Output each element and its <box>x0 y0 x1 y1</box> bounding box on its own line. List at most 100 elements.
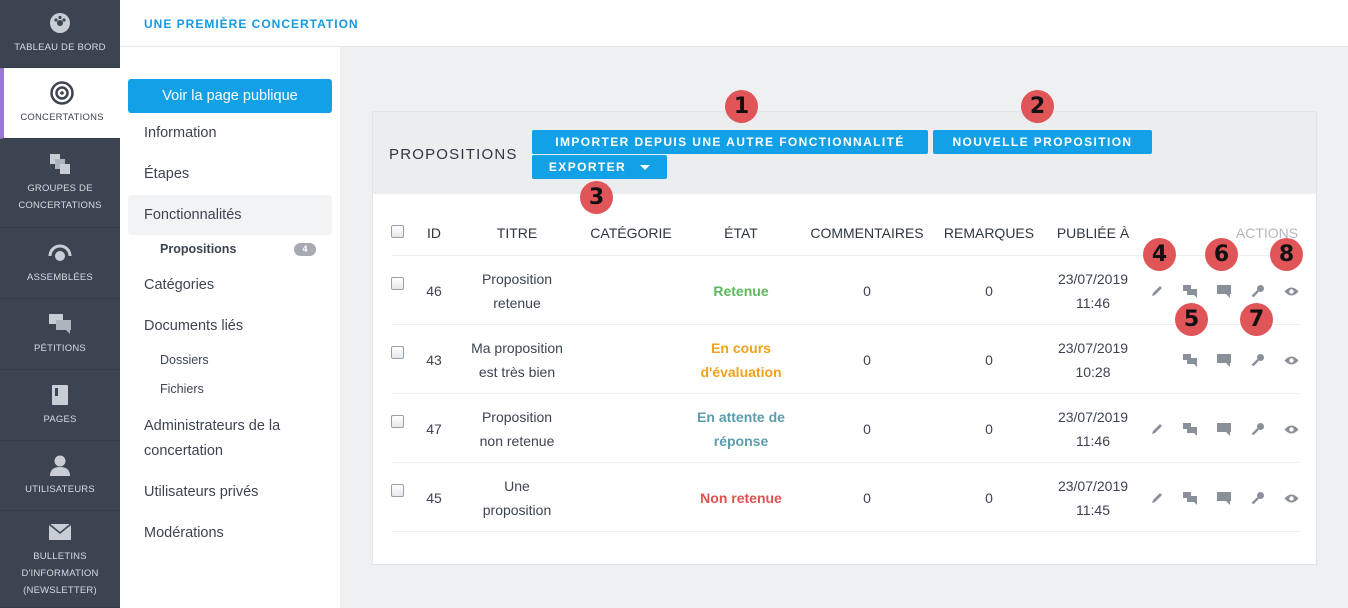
nav-item-assemblees[interactable]: ASSEMBLÉES <box>0 228 120 299</box>
breadcrumb[interactable]: UNE PREMIÈRE CONCERTATION <box>144 17 359 31</box>
nav-item-newsletter[interactable]: BULLETINS D'INFORMATION (NEWSLETTER) <box>0 511 120 608</box>
nav-item-pages[interactable]: PAGES <box>0 370 120 441</box>
row-checkbox[interactable] <box>391 415 404 428</box>
book-icon <box>47 383 73 407</box>
edit-pencil-icon[interactable] <box>1148 282 1166 300</box>
subnav-moderations[interactable]: Modérations <box>144 525 224 541</box>
select-all-checkbox[interactable] <box>391 225 404 238</box>
nav-item-dashboard[interactable]: TABLEAU DE BORD <box>0 0 120 68</box>
row-checkbox[interactable] <box>391 277 404 290</box>
row-title[interactable]: Proposition retenue <box>447 256 587 325</box>
nav-item-utilisateurs[interactable]: UTILISATEURS <box>0 441 120 511</box>
column-header-remarques[interactable]: REMARQUES <box>939 225 1039 241</box>
row-title-line2: retenue <box>493 294 541 311</box>
row-checkbox[interactable] <box>391 484 404 497</box>
row-title[interactable]: Proposition non retenue <box>447 394 587 463</box>
subnav-propositions[interactable]: Propositions <box>160 242 236 256</box>
assembly-icon <box>47 241 73 265</box>
main-navigation: TABLEAU DE BORD CONCERTATIONS GROUPES DE… <box>0 0 120 608</box>
column-header-commentaires[interactable]: COMMENTAIRES <box>807 225 927 241</box>
row-state: Retenue <box>671 256 811 325</box>
row-time: 11:46 <box>1076 294 1110 311</box>
panel-header: PROPOSITIONS IMPORTER DEPUIS UNE AUTRE F… <box>373 112 1316 194</box>
caret-down-icon <box>640 164 651 170</box>
row-date: 23/07/2019 <box>1057 477 1129 494</box>
subnav-utilisateurs-prives[interactable]: Utilisateurs privés <box>144 484 258 500</box>
import-button[interactable]: IMPORTER DEPUIS UNE AUTRE FONCTIONNALITÉ <box>532 130 928 154</box>
new-proposition-button[interactable]: NOUVELLE PROPOSITION <box>933 130 1152 154</box>
edit-pencil-icon[interactable] <box>1148 420 1166 438</box>
view-eye-icon[interactable] <box>1282 282 1300 300</box>
comments-icon[interactable] <box>1181 351 1199 369</box>
view-eye-icon[interactable] <box>1282 351 1300 369</box>
row-title-line1: Proposition <box>481 408 553 425</box>
row-state-line1: Retenue <box>713 282 769 299</box>
subnav-categories[interactable]: Catégories <box>144 277 214 293</box>
row-comments: 0 <box>863 282 871 299</box>
subnav-dossiers[interactable]: Dossiers <box>160 353 209 367</box>
column-header-titre[interactable]: TITRE <box>477 225 557 241</box>
subnav-administrateurs-line1[interactable]: Administrateurs de la <box>144 418 280 434</box>
row-title-line1: Ma proposition <box>471 339 563 356</box>
row-time: 11:46 <box>1076 432 1110 449</box>
row-title-line2: non retenue <box>479 432 555 449</box>
nav-label: CONCERTATIONS <box>20 111 104 123</box>
comments-icon[interactable] <box>1181 489 1199 507</box>
column-header-id[interactable]: ID <box>421 225 447 241</box>
subnav-fonctionnalites[interactable]: Fonctionnalités <box>144 207 242 223</box>
row-comments: 0 <box>863 420 871 437</box>
row-checkbox[interactable] <box>391 346 404 359</box>
marker-3: 3 <box>580 181 613 214</box>
row-title[interactable]: Une proposition <box>447 463 587 532</box>
remarks-bubble-icon[interactable] <box>1215 351 1233 369</box>
comments-icon[interactable] <box>1181 282 1199 300</box>
nav-item-petitions[interactable]: PÉTITIONS <box>0 299 120 370</box>
secondary-navigation: Voir la page publique Information Étapes… <box>120 47 340 608</box>
row-date: 23/07/2019 <box>1057 339 1129 356</box>
remarks-bubble-icon[interactable] <box>1215 489 1233 507</box>
column-header-categorie[interactable]: CATÉGORIE <box>581 225 681 241</box>
nav-label: ASSEMBLÉES <box>27 271 93 283</box>
public-page-button[interactable]: Voir la page publique <box>128 79 332 113</box>
nav-label: UTILISATEURS <box>25 484 95 495</box>
nav-label: PÉTITIONS <box>34 342 86 354</box>
row-remarks: 0 <box>985 351 993 368</box>
subnav-etapes[interactable]: Étapes <box>144 166 189 182</box>
row-remarks: 0 <box>985 282 993 299</box>
comments-icon[interactable] <box>1181 420 1199 438</box>
access-key-icon[interactable] <box>1249 489 1267 507</box>
nav-item-concertations[interactable]: CONCERTATIONS <box>0 68 120 139</box>
view-eye-icon[interactable] <box>1282 489 1300 507</box>
propositions-count-badge: 4 <box>294 243 316 256</box>
access-key-icon[interactable] <box>1249 420 1267 438</box>
edit-pencil-icon[interactable] <box>1148 489 1166 507</box>
marker-2: 2 <box>1021 90 1054 123</box>
column-header-publiee[interactable]: PUBLIÉE À <box>1051 225 1135 241</box>
row-published: 23/07/2019 10:28 <box>1041 325 1145 394</box>
export-dropdown-button[interactable]: EXPORTER <box>532 155 667 179</box>
subnav-documents[interactable]: Documents liés <box>144 318 243 334</box>
row-state: Non retenue <box>671 463 811 532</box>
remarks-bubble-icon[interactable] <box>1215 282 1233 300</box>
marker-6: 6 <box>1205 238 1238 271</box>
column-header-etat[interactable]: ÉTAT <box>691 225 791 241</box>
row-state-line2: d'évaluation <box>700 363 782 380</box>
access-key-icon[interactable] <box>1249 351 1267 369</box>
subnav-fichiers[interactable]: Fichiers <box>160 382 204 396</box>
envelope-icon <box>47 520 73 544</box>
export-label: EXPORTER <box>548 160 627 174</box>
access-key-icon[interactable] <box>1249 282 1267 300</box>
nav-label: TABLEAU DE BORD <box>14 42 106 53</box>
panel-title: PROPOSITIONS <box>389 146 518 163</box>
chat-bubbles-icon <box>47 312 73 336</box>
marker-1: 1 <box>725 90 758 123</box>
remarks-bubble-icon[interactable] <box>1215 420 1233 438</box>
stacked-squares-icon <box>47 152 73 176</box>
nav-item-groupes[interactable]: GROUPES DE CONCERTATIONS <box>0 139 120 228</box>
row-title-line2: est très bien <box>478 363 556 380</box>
view-eye-icon[interactable] <box>1282 420 1300 438</box>
row-title[interactable]: Ma proposition est très bien <box>447 325 587 394</box>
row-state-line2: réponse <box>713 432 769 449</box>
subnav-administrateurs-line2[interactable]: concertation <box>144 443 223 459</box>
subnav-information[interactable]: Information <box>144 125 217 141</box>
